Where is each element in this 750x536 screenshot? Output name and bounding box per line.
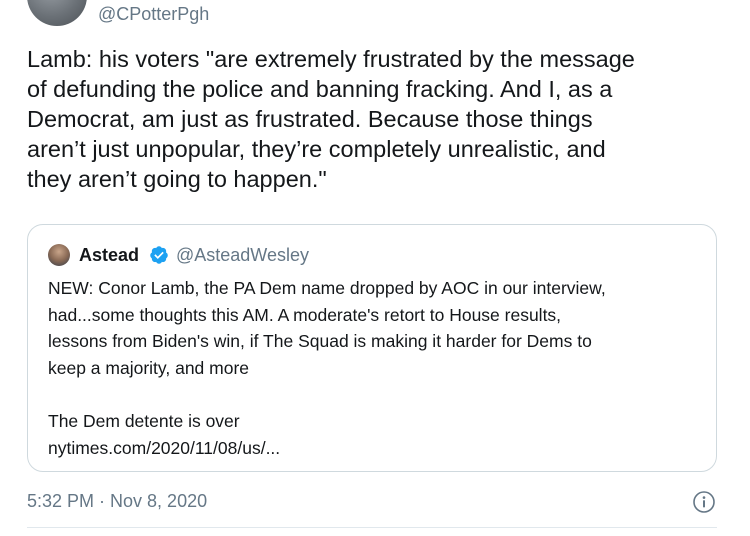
verified-badge-icon [150, 246, 168, 264]
quoted-author-avatar[interactable] [48, 244, 70, 266]
quoted-tweet-card[interactable]: Astead @AsteadWesley NEW: Conor Lamb, th… [27, 224, 717, 472]
author-handle[interactable]: @CPotterPgh [98, 4, 209, 24]
quoted-link-block[interactable]: The Dem detente is over nytimes.com/2020… [48, 408, 708, 461]
quoted-link-url[interactable]: nytimes.com/2020/11/08/us/... [48, 435, 708, 462]
info-icon[interactable] [692, 490, 716, 514]
quoted-link-title[interactable]: The Dem detente is over [48, 408, 708, 435]
quoted-author-handle[interactable]: @AsteadWesley [176, 244, 309, 266]
tweet-text: Lamb: his voters "are extremely frustrat… [27, 46, 635, 192]
tweet-container: @CPotterPgh Lamb: his voters "are extrem… [0, 0, 750, 536]
divider [27, 527, 717, 528]
quoted-tweet-text: NEW: Conor Lamb, the PA Dem name dropped… [48, 278, 606, 378]
quoted-author-name[interactable]: Astead [79, 244, 139, 266]
author-avatar[interactable] [27, 0, 87, 26]
tweet-timestamp[interactable]: 5:32 PM · Nov 8, 2020 [27, 490, 207, 512]
